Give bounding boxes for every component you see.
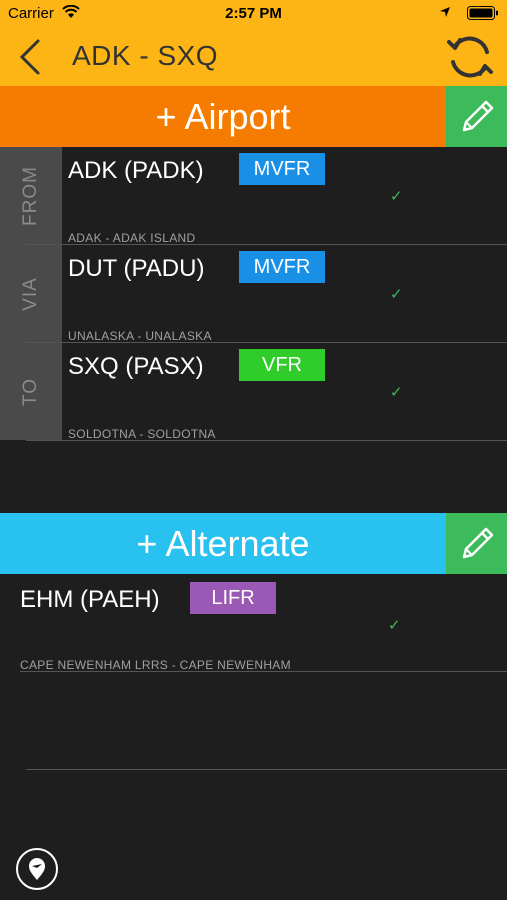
pencil-icon xyxy=(462,100,494,132)
airport-name: UNALASKA - UNALASKA xyxy=(68,329,212,343)
airport-row-from[interactable]: ADK (PADK) MVFR ✓ ADAK - ADAK ISLAND xyxy=(62,147,507,245)
refresh-icon[interactable] xyxy=(443,30,497,84)
flight-category-badge: VFR xyxy=(239,349,325,381)
route-title: ADK - SXQ xyxy=(72,40,219,71)
map-pin-icon[interactable] xyxy=(16,848,58,890)
airport-row-via[interactable]: DUT (PADU) MVFR ✓ UNALASKA - UNALASKA xyxy=(62,245,507,343)
via-label: VIA xyxy=(20,277,41,311)
flight-category-badge: LIFR xyxy=(190,582,276,614)
airport-name: CAPE NEWENHAM LRRS - CAPE NEWENHAM xyxy=(20,658,291,672)
airport-name: SOLDOTNA - SOLDOTNA xyxy=(68,427,216,441)
row-divider xyxy=(26,769,507,770)
flight-category-badge: MVFR xyxy=(239,153,325,185)
edit-airports-button[interactable] xyxy=(446,86,507,147)
status-time: 2:57 PM xyxy=(225,5,282,22)
airport-row-to[interactable]: SXQ (PASX) VFR ✓ SOLDOTNA - SOLDOTNA xyxy=(62,343,507,441)
airport-code: SXQ (PASX) xyxy=(68,353,204,380)
from-label: FROM xyxy=(20,166,41,226)
pencil-icon xyxy=(462,527,494,559)
airport-code: EHM (PAEH) xyxy=(20,586,160,613)
route-side-labels: FROM VIA TO xyxy=(0,147,62,440)
back-chevron-icon[interactable] xyxy=(16,38,42,76)
status-bar: Carrier 2:57 PM xyxy=(0,0,507,28)
alternate-section-header: + Alternate xyxy=(0,513,507,574)
airport-code: DUT (PADU) xyxy=(68,255,205,282)
flight-category-badge: MVFR xyxy=(239,251,325,283)
battery-icon xyxy=(467,6,498,20)
row-divider xyxy=(26,440,507,441)
airport-name: ADAK - ADAK ISLAND xyxy=(68,231,196,245)
alternate-row[interactable]: EHM (PAEH) LIFR ✓ CAPE NEWENHAM LRRS - C… xyxy=(0,574,507,672)
checkmark-icon: ✓ xyxy=(390,188,403,205)
to-label: TO xyxy=(20,377,41,407)
edit-alternates-button[interactable] xyxy=(446,513,507,574)
location-arrow-icon xyxy=(440,7,450,17)
add-airport-button[interactable]: + Airport xyxy=(0,86,446,147)
checkmark-icon: ✓ xyxy=(390,384,403,401)
row-divider xyxy=(20,671,507,672)
airplane-pin-icon xyxy=(29,858,45,880)
checkmark-icon: ✓ xyxy=(388,617,401,634)
airport-section-header: + Airport xyxy=(0,86,507,147)
airport-code: ADK (PADK) xyxy=(68,157,204,184)
checkmark-icon: ✓ xyxy=(390,286,403,303)
nav-bar: ADK - SXQ xyxy=(0,28,507,86)
add-alternate-button[interactable]: + Alternate xyxy=(0,513,446,574)
